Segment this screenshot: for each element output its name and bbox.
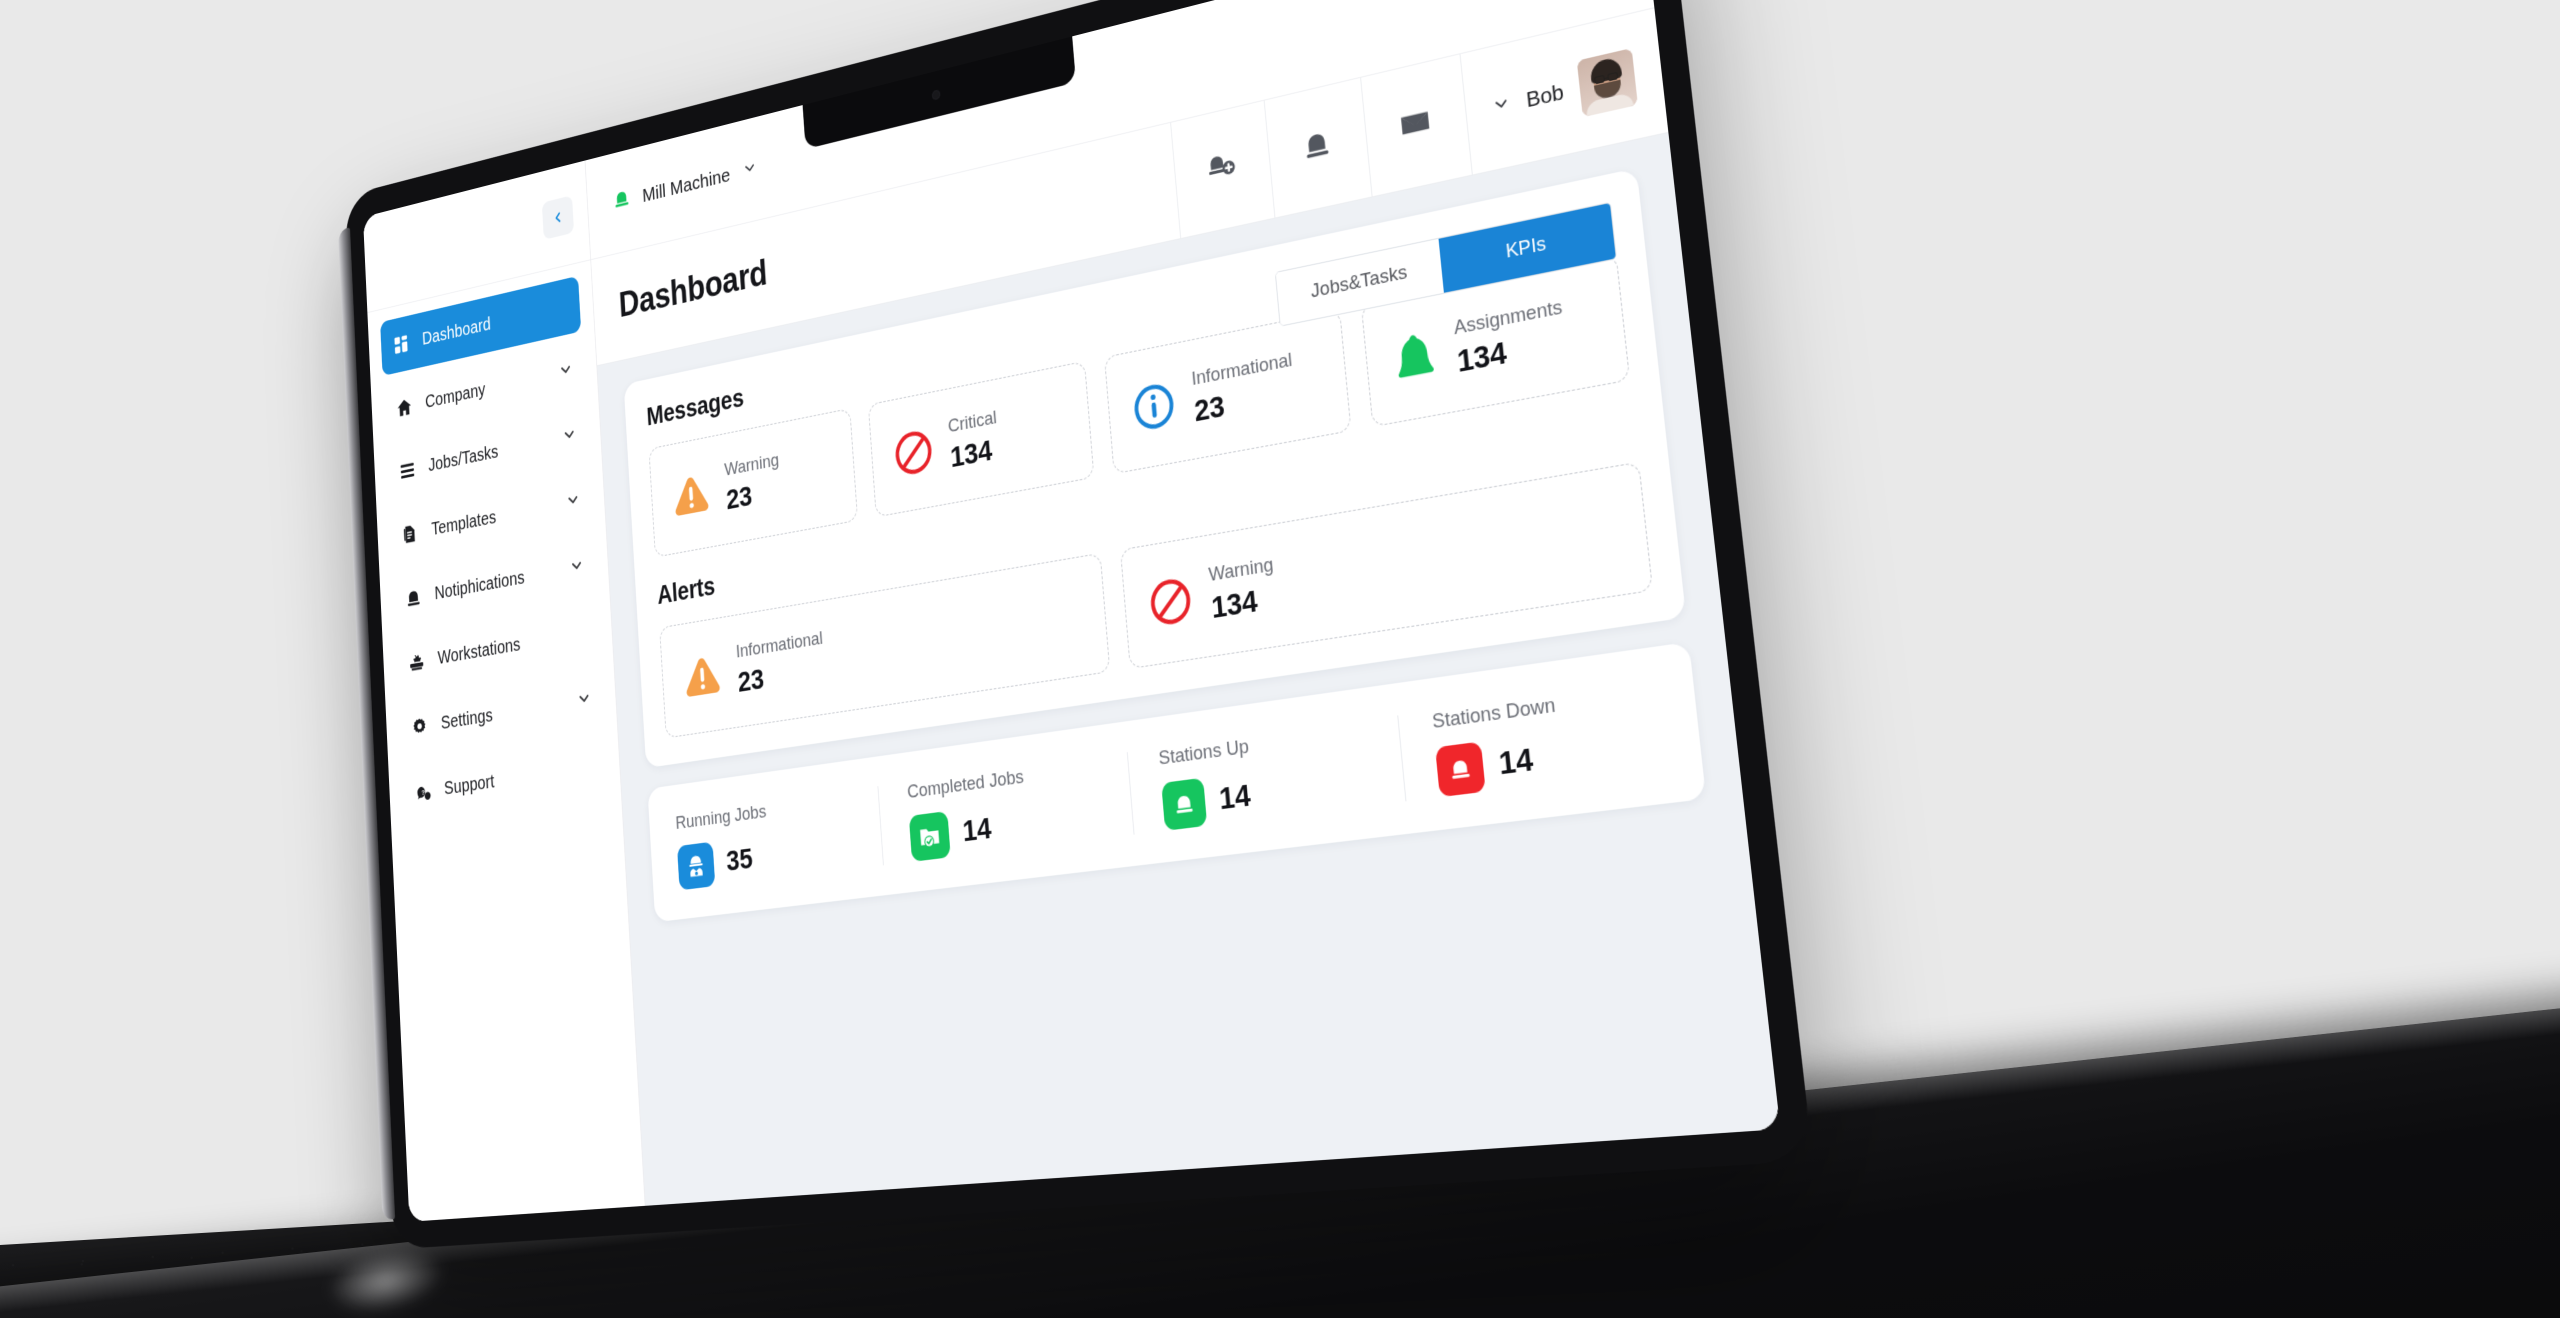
screenshot-stage: Dashboard Company Jobs/Tasks Templates N… xyxy=(0,0,2560,1318)
messages-button[interactable] xyxy=(1359,54,1472,197)
sidebar-item-label: Dashboard xyxy=(421,313,492,349)
kpi-value: 35 xyxy=(725,842,754,878)
kpi-label: Completed Jobs xyxy=(906,766,1025,804)
warning-triangle-icon xyxy=(671,470,712,520)
stat-label: Warning xyxy=(1207,554,1275,587)
stat-card-messages-informational[interactable]: Informational 23 xyxy=(1104,309,1352,475)
stat-label: Assignments xyxy=(1452,296,1564,340)
no-entry-icon xyxy=(892,426,935,480)
add-notification-button[interactable] xyxy=(1169,100,1275,239)
notifications-button[interactable] xyxy=(1263,78,1372,218)
stat-card-messages-assignments[interactable]: Assignments 134 xyxy=(1360,253,1631,428)
chevron-down-icon xyxy=(558,359,574,385)
stat-card-messages-warning[interactable]: Warning 23 xyxy=(648,408,858,558)
webcam-icon xyxy=(931,89,941,101)
stat-label: Informational xyxy=(1190,349,1294,391)
green-bell-icon xyxy=(612,186,631,216)
chevron-down-icon xyxy=(569,555,585,581)
folder-check-icon xyxy=(909,810,951,862)
gear-icon xyxy=(410,714,429,740)
worker-helmet-icon xyxy=(676,841,716,891)
tab-jobs-and-tasks[interactable]: Jobs&Tasks xyxy=(1275,238,1444,326)
laptop-screen: Dashboard Company Jobs/Tasks Templates N… xyxy=(362,0,1781,1222)
stat-value: 23 xyxy=(1192,389,1226,429)
info-circle-icon xyxy=(1131,379,1178,435)
chevron-down-icon xyxy=(742,157,758,183)
stat-value: 134 xyxy=(1455,335,1508,380)
sidebar-item-label: Company xyxy=(424,379,486,412)
warning-triangle-icon xyxy=(682,652,723,702)
sidebar-item-label: Support xyxy=(443,771,495,799)
laptop-mockup: Dashboard Company Jobs/Tasks Templates N… xyxy=(0,0,2560,1318)
laptop-lid: Dashboard Company Jobs/Tasks Templates N… xyxy=(338,0,1814,1250)
question-chat-icon: ? xyxy=(413,779,432,805)
stat-value: 134 xyxy=(1210,584,1259,626)
page-title: Dashboard xyxy=(617,253,769,326)
chevron-left-icon xyxy=(551,208,565,227)
stat-value: 134 xyxy=(949,434,994,475)
kpi-stations-up[interactable]: Stations Up 14 xyxy=(1127,715,1407,835)
avatar[interactable] xyxy=(1576,47,1638,117)
svg-text:?: ? xyxy=(421,788,425,797)
kpi-label: Stations Down xyxy=(1431,694,1557,734)
document-icon xyxy=(401,521,420,547)
chevron-down-icon xyxy=(562,424,578,450)
list-lines-icon xyxy=(398,457,417,484)
kpi-completed-jobs[interactable]: Completed Jobs 14 xyxy=(878,752,1135,866)
kpi-label: Stations Up xyxy=(1157,735,1250,770)
kpi-stations-down[interactable]: Stations Down 14 xyxy=(1398,675,1702,801)
chevron-down-icon xyxy=(565,490,581,516)
bell-icon xyxy=(404,585,423,611)
envelope-icon xyxy=(1397,102,1434,149)
user-menu[interactable]: Bob xyxy=(1459,8,1669,175)
sidebar-item-label: Notiphications xyxy=(434,567,526,604)
machine-bar: Mill Machine xyxy=(585,0,1655,261)
user-name: Bob xyxy=(1524,79,1565,112)
sidebar-item-label: Templates xyxy=(430,506,497,540)
stat-card-messages-critical[interactable]: Critical 134 xyxy=(867,360,1095,518)
machine-selector[interactable]: Mill Machine xyxy=(612,155,758,217)
stat-card-alerts-warning[interactable]: Warning 134 xyxy=(1119,461,1654,670)
machine-gear-icon xyxy=(407,649,426,675)
chevron-down-icon xyxy=(1490,92,1511,121)
station-bell-icon xyxy=(1160,777,1207,831)
sidebar-nav: Dashboard Company Jobs/Tasks Templates N… xyxy=(367,260,621,834)
kpi-running-jobs[interactable]: Running Jobs 35 xyxy=(649,786,885,894)
kpi-value: 14 xyxy=(961,811,993,849)
view-toggle: Jobs&Tasks KPIs xyxy=(1274,201,1618,327)
station-bell-icon xyxy=(1434,741,1486,798)
bell-plus-icon xyxy=(1205,147,1239,193)
main-pane: Mill Machine Dashboard Bob Jobs&Tasks KP… xyxy=(585,0,1781,1206)
machine-name: Mill Machine xyxy=(641,163,731,207)
sidebar-item-label: Jobs/Tasks xyxy=(427,441,499,476)
tab-kpis[interactable]: KPIs xyxy=(1438,203,1616,293)
app-window: Dashboard Company Jobs/Tasks Templates N… xyxy=(362,0,1781,1222)
topbar-actions: Bob xyxy=(1169,8,1669,239)
sidebar-collapse-button[interactable] xyxy=(541,194,575,240)
no-entry-icon xyxy=(1147,574,1194,630)
bell-icon xyxy=(1301,126,1334,170)
sidebar-item-label: Workstations xyxy=(437,634,521,669)
grid-dashboard-icon xyxy=(392,331,411,358)
kpi-value: 14 xyxy=(1497,741,1535,782)
kpi-value: 14 xyxy=(1217,778,1252,817)
home-icon xyxy=(395,394,414,421)
bell-filled-icon xyxy=(1390,328,1439,386)
sidebar-item-label: Settings xyxy=(440,704,494,734)
chevron-down-icon xyxy=(576,688,592,714)
stat-value: 23 xyxy=(725,480,753,516)
